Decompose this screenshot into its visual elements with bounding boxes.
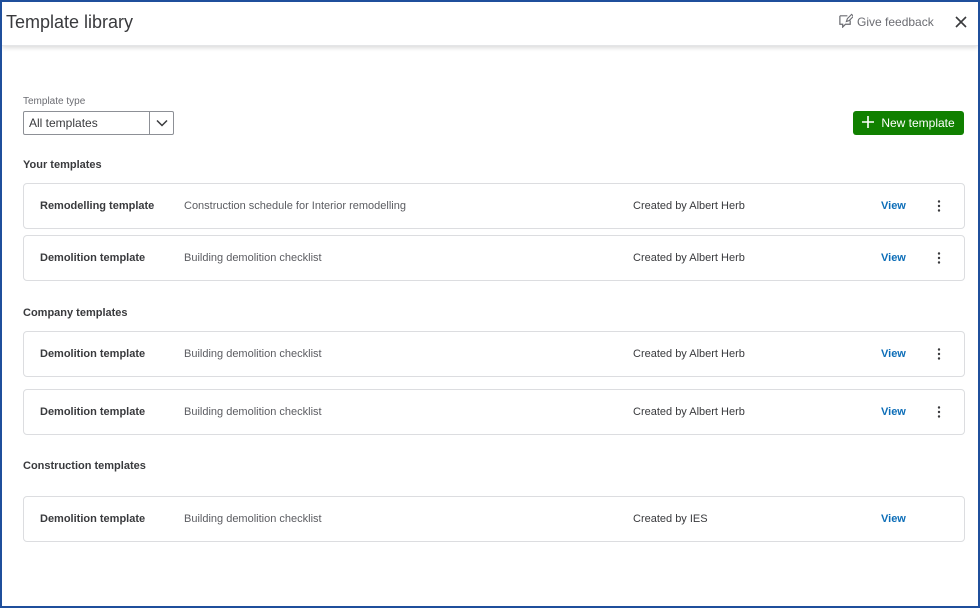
template-creator: Created by Albert Herb	[633, 348, 745, 360]
new-template-button[interactable]: New template	[853, 111, 964, 135]
section-title-your-templates: Your templates	[23, 159, 102, 171]
template-name: Remodelling template	[40, 200, 155, 212]
view-link[interactable]: View	[881, 200, 906, 212]
template-row: Demolition template Building demolition …	[23, 235, 965, 281]
more-options-icon[interactable]	[931, 346, 947, 362]
template-description: Building demolition checklist	[184, 348, 322, 360]
give-feedback-label: Give feedback	[857, 15, 934, 29]
chevron-down-icon[interactable]	[149, 112, 173, 134]
plus-icon	[862, 115, 875, 131]
template-description: Construction schedule for Interior remod…	[184, 200, 406, 212]
template-type-label: Template type	[23, 96, 86, 107]
template-name: Demolition template	[40, 513, 146, 525]
template-description: Building demolition checklist	[184, 513, 322, 525]
template-type-value: All templates	[29, 116, 98, 130]
view-link[interactable]: View	[881, 513, 906, 525]
more-options-icon[interactable]	[931, 404, 947, 420]
template-library-window: Template library Give feedback Template …	[0, 0, 980, 608]
section-title-construction-templates: Construction templates	[23, 460, 146, 472]
template-name: Demolition template	[40, 252, 146, 264]
template-row: Demolition template Building demolition …	[23, 331, 965, 377]
template-name: Demolition template	[40, 348, 146, 360]
feedback-icon	[838, 13, 855, 31]
header: Template library Give feedback	[2, 2, 978, 46]
template-row: Demolition template Building demolition …	[23, 496, 965, 542]
more-options-icon[interactable]	[931, 250, 947, 266]
template-row: Remodelling template Construction schedu…	[23, 183, 965, 229]
template-row: Demolition template Building demolition …	[23, 389, 965, 435]
template-type-select[interactable]: All templates	[23, 111, 174, 135]
more-options-icon[interactable]	[931, 198, 947, 214]
view-link[interactable]: View	[881, 406, 906, 418]
new-template-label: New template	[881, 116, 955, 130]
page-title: Template library	[6, 12, 134, 32]
close-icon[interactable]	[952, 13, 970, 31]
template-creator: Created by Albert Herb	[633, 406, 745, 418]
view-link[interactable]: View	[881, 348, 906, 360]
template-creator: Created by Albert Herb	[633, 200, 745, 212]
template-description: Building demolition checklist	[184, 252, 322, 264]
view-link[interactable]: View	[881, 252, 906, 264]
template-name: Demolition template	[40, 406, 146, 418]
template-description: Building demolition checklist	[184, 406, 322, 418]
template-creator: Created by Albert Herb	[633, 252, 745, 264]
section-title-company-templates: Company templates	[23, 307, 128, 319]
give-feedback-button[interactable]: Give feedback	[838, 13, 934, 31]
template-creator: Created by IES	[633, 513, 708, 525]
